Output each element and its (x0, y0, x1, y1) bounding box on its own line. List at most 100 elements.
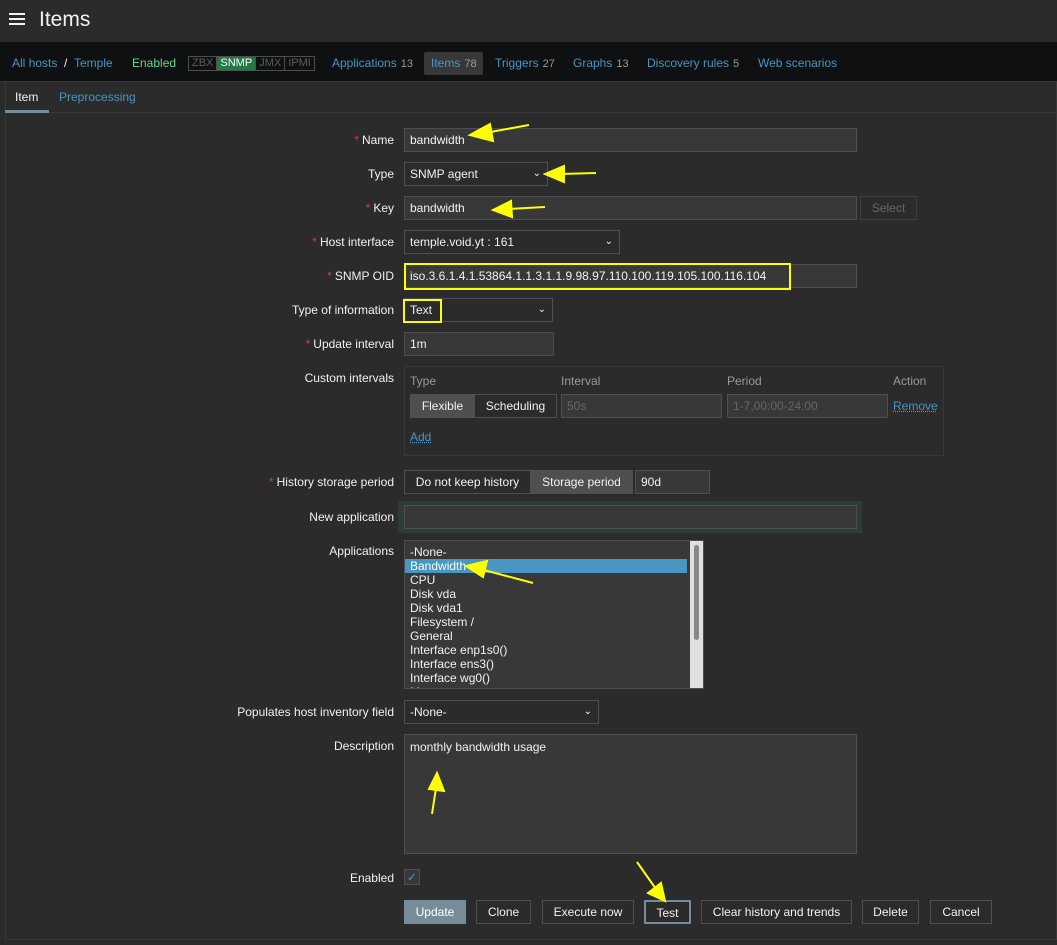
jmx-indicator: JMX (256, 57, 286, 70)
application-option[interactable]: General (405, 629, 687, 643)
required-marker: * (365, 201, 371, 215)
required-marker: * (327, 269, 332, 283)
application-option[interactable]: CPU (405, 573, 687, 587)
name-label-text: Name (361, 133, 394, 147)
ci-scheduling-button[interactable]: Scheduling (474, 394, 557, 418)
application-option[interactable]: -None- (405, 545, 687, 559)
nav-graphs-label[interactable]: Graphs (573, 56, 612, 70)
nav-triggers-count: 27 (542, 58, 555, 70)
description-textarea[interactable]: monthly bandwidth usage (404, 734, 857, 854)
host-status-enabled[interactable]: Enabled (132, 56, 176, 70)
type-of-information-value: Text (410, 303, 433, 317)
breadcrumb-host[interactable]: Temple (74, 56, 113, 70)
breadcrumb-all-hosts[interactable]: All hosts (12, 56, 57, 70)
ci-header-interval: Interval (561, 374, 601, 388)
name-input[interactable]: bandwidth (404, 128, 857, 152)
new-application-input[interactable] (404, 505, 857, 529)
inventory-field-value: -None- (410, 705, 447, 719)
nav-applications[interactable]: Applications 13 (332, 56, 413, 70)
name-label: * Name (354, 133, 394, 147)
snmp-oid-input[interactable]: iso.3.6.1.4.1.53864.1.1.3.1.1.9.98.97.11… (404, 264, 857, 288)
nav-applications-label[interactable]: Applications (332, 56, 397, 70)
form-tabs: Item Preprocessing (5, 82, 1057, 113)
type-of-information-select[interactable]: Text ⌄ (404, 298, 553, 322)
chevron-down-icon: ⌄ (583, 706, 592, 717)
new-application-label: New application (309, 510, 394, 524)
chevron-down-icon: ⌄ (537, 304, 546, 315)
inventory-field-select[interactable]: -None- ⌄ (404, 700, 599, 724)
update-interval-label: * Update interval (306, 337, 394, 351)
type-select-value: SNMP agent (410, 167, 478, 181)
application-option[interactable]: Interface ens3() (405, 657, 687, 671)
hamburger-menu-icon[interactable] (9, 13, 25, 25)
nav-items[interactable]: Items 78 (431, 56, 477, 70)
required-marker: * (268, 475, 274, 489)
host-interface-label-text: Host interface (319, 235, 394, 249)
update-button[interactable]: Update (404, 900, 466, 924)
host-interface-select[interactable]: temple.void.yt : 161 ⌄ (404, 230, 620, 254)
tab-preprocessing[interactable]: Preprocessing (49, 82, 146, 113)
snmp-oid-label: * SNMP OID (327, 269, 394, 283)
availability-indicators: ZBX SNMP JMX IPMI (188, 56, 315, 71)
nav-discovery-label[interactable]: Discovery rules (647, 56, 729, 70)
cancel-button[interactable]: Cancel (930, 900, 992, 924)
nav-discovery-rules[interactable]: Discovery rules 5 (647, 56, 739, 70)
nav-triggers[interactable]: Triggers 27 (495, 56, 555, 70)
snmp-oid-label-text: SNMP OID (334, 269, 394, 283)
nav-triggers-label[interactable]: Triggers (495, 56, 539, 70)
clone-button[interactable]: Clone (476, 900, 531, 924)
chevron-down-icon: ⌄ (604, 236, 613, 247)
history-label: * History storage period (269, 475, 394, 489)
nav-items-label[interactable]: Items (431, 56, 460, 70)
host-interface-value: temple.void.yt : 161 (410, 235, 515, 249)
history-storage-period-button[interactable]: Storage period (530, 470, 633, 494)
nav-graphs[interactable]: Graphs 13 (573, 56, 629, 70)
ipmi-indicator: IPMI (288, 57, 311, 69)
description-label: Description (333, 739, 394, 753)
required-marker: * (312, 235, 317, 249)
applications-listbox[interactable]: -None- Bandwidth CPU Disk vda Disk vda1 Files… (404, 540, 704, 689)
custom-intervals-label: Custom intervals (304, 371, 394, 385)
history-do-not-keep-button[interactable]: Do not keep history (404, 470, 531, 494)
nav-applications-count: 13 (400, 58, 413, 70)
delete-button[interactable]: Delete (862, 900, 919, 924)
check-icon: ✓ (406, 870, 418, 884)
history-period-input[interactable]: 90d (635, 470, 710, 494)
ci-remove-link[interactable]: Remove (893, 399, 938, 413)
update-interval-input[interactable]: 1m (404, 332, 554, 356)
snmp-indicator: SNMP (217, 57, 257, 70)
application-option[interactable]: M (405, 685, 687, 688)
ci-interval-input[interactable]: 50s (561, 394, 722, 418)
nav-graphs-count: 13 (616, 58, 629, 70)
application-option[interactable]: Interface wg0() (405, 671, 687, 685)
ci-add-link[interactable]: Add (410, 430, 431, 444)
application-option[interactable]: Disk vda (405, 587, 687, 601)
nav-web-scenarios[interactable]: Web scenarios (758, 56, 837, 70)
execute-now-button[interactable]: Execute now (542, 900, 634, 924)
zbx-indicator: ZBX (189, 57, 218, 70)
key-input[interactable]: bandwidth (404, 196, 857, 220)
listbox-scrollbar[interactable] (690, 541, 703, 688)
ci-header-type: Type (410, 374, 437, 388)
page-header: Items (0, 0, 1057, 42)
key-label-text: Key (373, 201, 394, 215)
enabled-checkbox[interactable]: ✓ (404, 869, 420, 885)
application-option[interactable]: Bandwidth (405, 559, 687, 573)
tab-item[interactable]: Item (5, 82, 49, 113)
clear-history-button[interactable]: Clear history and trends (701, 900, 852, 924)
required-marker: * (354, 133, 359, 147)
type-select[interactable]: SNMP agent ⌄ (404, 162, 548, 186)
application-option[interactable]: Disk vda1 (405, 601, 687, 615)
key-label: * Key (366, 201, 394, 215)
ci-flexible-button[interactable]: Flexible (410, 394, 475, 418)
page-title: Items (39, 8, 91, 31)
application-option[interactable]: Interface enp1s0() (405, 643, 687, 657)
application-option[interactable]: Filesystem / (405, 615, 687, 629)
enabled-label: Enabled (349, 871, 394, 885)
key-select-button[interactable]: Select (860, 196, 917, 220)
nav-items-count: 78 (464, 58, 477, 70)
test-button[interactable]: Test (644, 900, 691, 924)
scrollbar-thumb[interactable] (694, 545, 699, 640)
ci-header-action: Action (893, 374, 927, 388)
ci-period-input[interactable]: 1-7,00:00-24:00 (727, 394, 888, 418)
